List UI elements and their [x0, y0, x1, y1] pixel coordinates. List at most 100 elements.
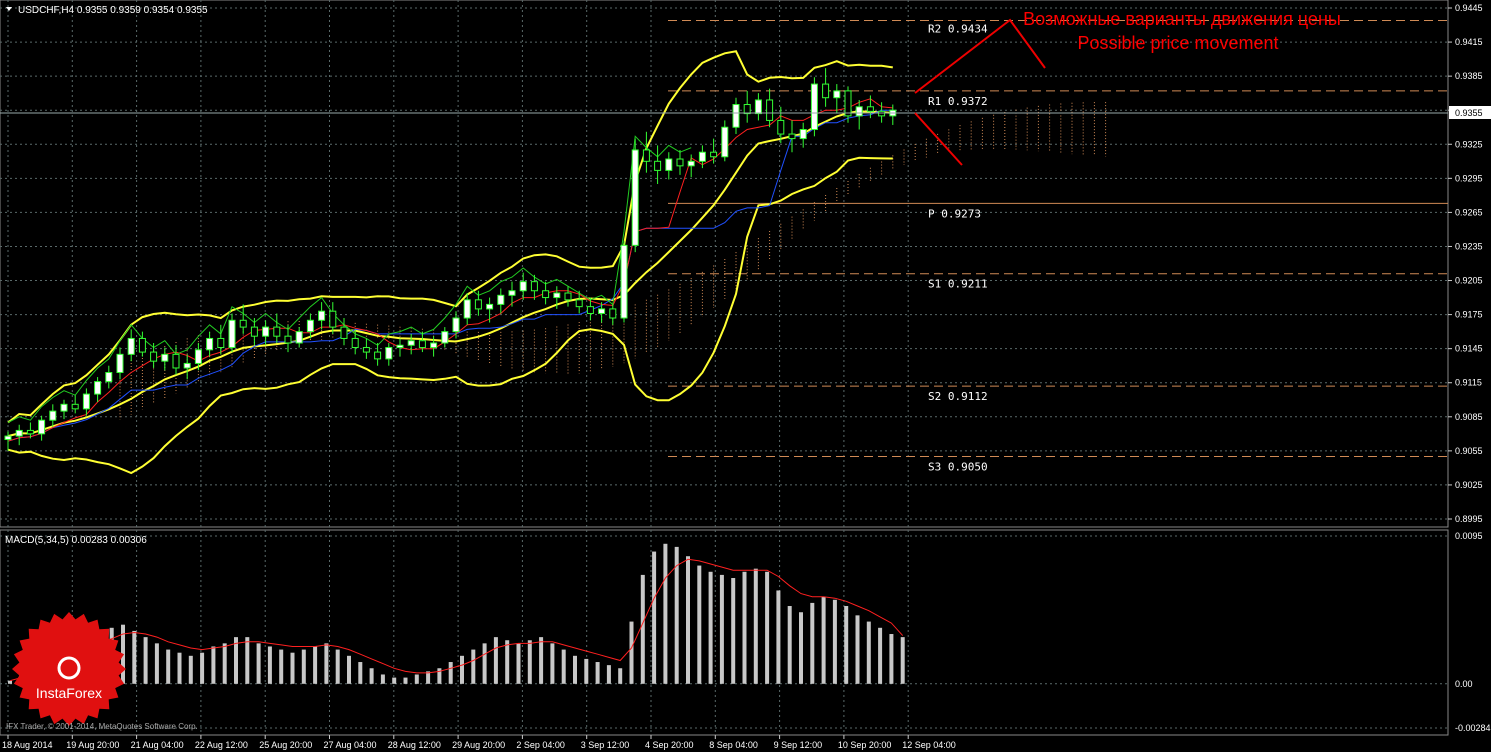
macd-tick-label: -0.00284 — [1455, 723, 1491, 733]
macd-bar — [765, 571, 770, 684]
time-tick-label: 21 Aug 04:00 — [131, 740, 184, 750]
macd-bar — [177, 652, 182, 684]
candle-body — [754, 99, 762, 115]
pivot-label: R1 0.9372 — [928, 95, 988, 108]
candle-body — [878, 110, 886, 117]
macd-bar — [256, 643, 261, 684]
candle-body — [799, 129, 807, 140]
macd-bar — [832, 599, 837, 684]
candle-body — [318, 310, 326, 321]
macd-bar — [369, 668, 374, 684]
time-tick-label: 28 Aug 12:00 — [388, 740, 441, 750]
candle-body — [497, 294, 505, 305]
macd-bar — [482, 643, 487, 684]
candle-body — [474, 299, 482, 310]
candle-body — [810, 83, 818, 131]
price-tick-label: 0.8995 — [1455, 514, 1483, 524]
candle-body — [385, 347, 393, 360]
candle-body — [822, 83, 830, 99]
macd-bar — [301, 649, 306, 684]
macd-bar — [211, 646, 216, 684]
candle-body — [654, 160, 662, 171]
macd-bar — [154, 643, 159, 684]
candle-body — [329, 310, 337, 328]
candle-body — [26, 429, 34, 435]
macd-bar — [267, 646, 272, 684]
candle-body — [586, 306, 594, 314]
macd-bar — [200, 652, 205, 684]
time-tick-label: 29 Aug 20:00 — [452, 740, 505, 750]
macd-bar — [799, 612, 803, 684]
instaforex-logo: InstaForex — [12, 612, 126, 726]
candle-body — [463, 299, 471, 319]
macd-bar — [697, 565, 702, 684]
candle-body — [642, 149, 650, 162]
candle-body — [407, 340, 415, 346]
candle-body — [306, 319, 314, 333]
candle-body — [273, 326, 281, 337]
logo-text: InstaForex — [36, 685, 102, 701]
macd-bar — [686, 556, 690, 684]
candle-body — [721, 126, 729, 158]
time-tick-label: 27 Aug 04:00 — [324, 740, 377, 750]
time-tick-label: 4 Sep 20:00 — [645, 740, 694, 750]
candle-body — [172, 353, 180, 369]
pivot-label: S1 0.9211 — [928, 278, 988, 291]
price-tick-label: 0.9085 — [1455, 412, 1483, 422]
candle-body — [374, 351, 382, 360]
price-tick-label: 0.9145 — [1455, 344, 1483, 354]
time-tick-label: 19 Aug 20:00 — [66, 740, 119, 750]
macd-bar — [516, 643, 521, 684]
macd-bar — [889, 634, 894, 684]
macd-bar — [753, 568, 758, 684]
current-price-label: 0.9355 — [1455, 108, 1483, 118]
macd-bar — [471, 649, 476, 684]
annotation-russian: Возможные варианты движения цены — [1023, 9, 1341, 29]
candle-body — [340, 326, 348, 339]
pivot-label: R2 0.9434 — [928, 22, 988, 35]
price-tick-label: 0.9265 — [1455, 207, 1483, 217]
candle-body — [430, 342, 438, 349]
candle-body — [351, 337, 359, 349]
candle-body — [519, 281, 527, 292]
candle-body — [284, 335, 292, 344]
macd-tick-label: 0.00 — [1455, 679, 1473, 689]
candle-body — [206, 337, 214, 351]
candle-body — [620, 244, 628, 319]
price-tick-label: 0.9445 — [1455, 3, 1483, 13]
macd-bar — [505, 640, 510, 684]
candle-body — [777, 119, 785, 135]
candle-body — [217, 337, 225, 349]
candle-body — [788, 133, 796, 140]
macd-bar — [403, 677, 408, 684]
candle-body — [866, 106, 874, 112]
macd-bar — [222, 643, 227, 684]
price-tick-label: 0.9055 — [1455, 446, 1483, 456]
macd-bar — [245, 637, 250, 684]
candle-body — [262, 326, 270, 337]
macd-bar — [414, 674, 419, 684]
macd-bar — [787, 606, 792, 684]
time-tick-label: 10 Sep 20:00 — [838, 740, 892, 750]
symbol-header: USDCHF,H4 0.9355 0.9359 0.9354 0.9355 — [18, 5, 208, 16]
copyright-text: IFX Trader, © 2001-2014, MetaQuotes Soft… — [6, 722, 198, 731]
macd-bar — [584, 658, 589, 684]
macd-bar — [573, 655, 577, 684]
annotation-english: Possible price movement — [1077, 33, 1278, 53]
macd-bar — [640, 574, 645, 684]
macd-bar — [290, 652, 295, 684]
macd-bar — [719, 574, 724, 684]
price-tick-label: 0.9115 — [1455, 378, 1482, 388]
macd-bar — [527, 640, 532, 684]
price-tick-label: 0.9175 — [1455, 310, 1483, 320]
candle-body — [732, 104, 740, 128]
macd-bar — [132, 630, 137, 684]
macd-bar — [663, 543, 668, 684]
candle-body — [250, 326, 258, 337]
candle-body — [396, 344, 404, 349]
macd-bar — [358, 662, 363, 684]
candle-body — [553, 292, 561, 299]
chart-canvas: R2 0.9434 R1 0.9372 P 0.9273 S1 0.9211 S2 0.… — [0, 0, 1491, 752]
macd-bar — [810, 602, 815, 684]
macd-bar — [561, 649, 566, 684]
